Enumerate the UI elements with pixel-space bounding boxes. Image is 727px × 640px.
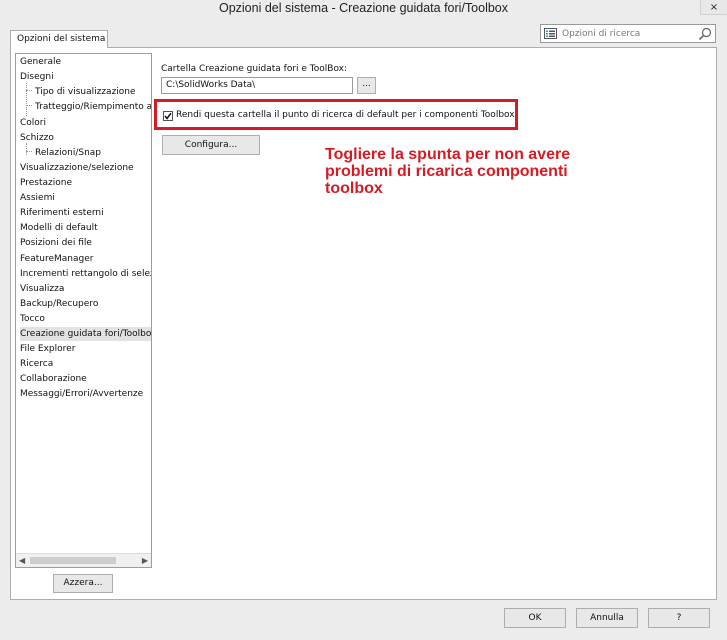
- folder-label: Cartella Creazione guidata fori e ToolBo…: [161, 64, 348, 74]
- search-options-box[interactable]: Opzioni di ricerca: [540, 24, 716, 43]
- help-button[interactable]: ?: [648, 608, 710, 628]
- tree-guide: [26, 83, 27, 116]
- tree-item-visualizzazione-selezione[interactable]: Visualizzazione/selezione: [20, 161, 134, 175]
- tab-opzioni-sistema[interactable]: Opzioni del sistema: [10, 30, 108, 48]
- search-input[interactable]: Opzioni di ricerca: [562, 29, 640, 39]
- tree-item-featuremanager[interactable]: FeatureManager: [20, 252, 93, 266]
- reset-button[interactable]: Azzera...: [53, 574, 113, 593]
- tree-item-prestazione[interactable]: Prestazione: [20, 176, 72, 190]
- tree-item-colori[interactable]: Colori: [20, 116, 46, 130]
- tree-item-assiemi[interactable]: Assiemi: [20, 191, 55, 205]
- tree-item-incrementi[interactable]: Incrementi rettangolo di selezione: [20, 267, 151, 281]
- configure-button[interactable]: Configura...: [162, 135, 260, 155]
- tree-horizontal-scrollbar[interactable]: ◀ ▶: [16, 553, 151, 567]
- tree-item-visualizza[interactable]: Visualizza: [20, 282, 64, 296]
- tree-guide: [26, 105, 32, 106]
- tree-item-riferimenti-esterni[interactable]: Riferimenti esterni: [20, 206, 104, 220]
- tree-item-backup-recupero[interactable]: Backup/Recupero: [20, 297, 98, 311]
- scroll-right-icon[interactable]: ▶: [142, 556, 148, 565]
- window-title: Opzioni del sistema - Creazione guidata …: [218, 1, 509, 15]
- tree-item-file-explorer[interactable]: File Explorer: [20, 342, 75, 356]
- tree-item-tratteggio[interactable]: Tratteggio/Riempimento area: [35, 100, 151, 114]
- tree-item-posizioni-file[interactable]: Posizioni dei file: [20, 236, 92, 250]
- options-panel: Generale Disegni Tipo di visualizzazione…: [10, 47, 717, 600]
- tree-item-generale[interactable]: Generale: [20, 55, 61, 69]
- tree-item-ricerca[interactable]: Ricerca: [20, 357, 53, 371]
- search-icon[interactable]: [698, 27, 712, 41]
- red-highlight-box: [154, 99, 518, 130]
- tree-item-disegni[interactable]: Disegni: [20, 70, 54, 84]
- scroll-thumb[interactable]: [30, 557, 116, 564]
- tree-item-schizzo[interactable]: Schizzo: [20, 131, 54, 145]
- tree-guide: [26, 90, 32, 91]
- tab-label: Opzioni del sistema: [17, 34, 106, 44]
- scroll-left-icon[interactable]: ◀: [19, 556, 25, 565]
- ok-button[interactable]: OK: [504, 608, 566, 628]
- cancel-button[interactable]: Annulla: [576, 608, 638, 628]
- annotation-text: Togliere la spunta per non avere problem…: [325, 146, 571, 197]
- title-bar: Opzioni del sistema - Creazione guidata …: [0, 0, 727, 20]
- close-button[interactable]: ×: [700, 0, 727, 15]
- tree-item-tocco[interactable]: Tocco: [20, 312, 45, 326]
- list-icon: [544, 28, 557, 39]
- tree-guide: [26, 151, 32, 152]
- tree-item-messaggi-errori[interactable]: Messaggi/Errori/Avvertenze: [20, 387, 143, 401]
- tree-item-creazione-guidata-fori[interactable]: Creazione guidata fori/Toolbox: [20, 327, 151, 341]
- tree-item-modelli-default[interactable]: Modelli di default: [20, 221, 98, 235]
- tree-item-collaborazione[interactable]: Collaborazione: [20, 372, 87, 386]
- tree-item-tipo-visualizzazione[interactable]: Tipo di visualizzazione: [35, 85, 136, 99]
- folder-path-field[interactable]: C:\SolidWorks Data\: [161, 77, 353, 94]
- close-icon: ×: [709, 1, 719, 13]
- options-tree[interactable]: Generale Disegni Tipo di visualizzazione…: [15, 53, 152, 568]
- tree-item-relazioni-snap[interactable]: Relazioni/Snap: [35, 146, 101, 160]
- browse-button[interactable]: ...: [357, 77, 376, 94]
